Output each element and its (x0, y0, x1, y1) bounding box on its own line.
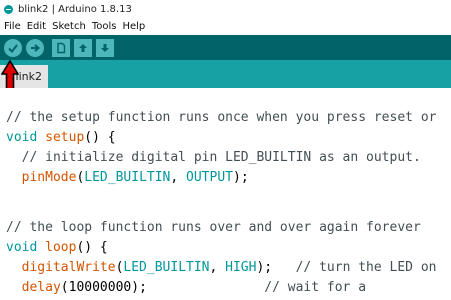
toolbar (0, 35, 451, 60)
keyword-void: void (6, 130, 38, 145)
upload-icon (31, 43, 41, 52)
const-led-builtin: LED_BUILTIN (123, 260, 210, 275)
save-icon (101, 43, 109, 52)
loop-parens: () { (76, 240, 108, 255)
code-line-1: // the setup function runs once when you… (6, 110, 437, 125)
code-line-4: pinMode(LED_BUILTIN, OUTPUT); (6, 168, 249, 188)
verify-button[interactable] (4, 38, 22, 57)
save-button[interactable] (96, 38, 114, 57)
setup-parens: () { (84, 130, 116, 145)
inline-comment: // turn the LED on (272, 260, 437, 275)
new-button[interactable] (52, 38, 70, 57)
tab-strip: link2 (0, 60, 451, 88)
upload-button[interactable] (26, 38, 44, 57)
code-line-2: void setup() { (6, 128, 116, 148)
code-line-7: void loop() { (6, 238, 108, 258)
function-setup: setup (45, 130, 85, 145)
paren-close: ); (233, 170, 249, 185)
delay-args: (10000000); (60, 280, 147, 295)
function-digitalwrite: digitalWrite (21, 260, 116, 275)
code-line-8: digitalWrite(LED_BUILTIN, HIGH); // turn… (6, 258, 437, 278)
const-output: OUTPUT (186, 170, 233, 185)
paren-close: ); (256, 260, 273, 275)
code-line-6: // the loop function runs over and over … (6, 220, 421, 235)
code-line-3: // initialize digital pin LED_BUILTIN as… (6, 150, 421, 165)
menu-file[interactable]: File (4, 21, 21, 32)
function-delay: delay (21, 280, 61, 295)
menu-help[interactable]: Help (122, 21, 145, 32)
open-button[interactable] (74, 38, 92, 57)
function-loop: loop (45, 240, 77, 255)
title-bar: blink2 | Arduino 1.8.13 (0, 0, 451, 18)
const-led-builtin: LED_BUILTIN (84, 170, 171, 185)
tab-label: link2 (15, 70, 42, 83)
keyword-void: void (6, 240, 38, 255)
arg-separator: , (209, 260, 226, 275)
code-editor[interactable]: // the setup function runs once when you… (0, 88, 451, 300)
menu-sketch[interactable]: Sketch (52, 21, 86, 32)
menu-tools[interactable]: Tools (92, 21, 117, 32)
function-pinmode: pinMode (21, 170, 77, 185)
const-high: HIGH (225, 260, 257, 275)
new-icon (57, 42, 66, 53)
arduino-app-icon (4, 4, 13, 14)
arg-separator: , (170, 170, 187, 185)
verify-icon (8, 43, 18, 53)
inline-comment: // wait for a (146, 280, 367, 295)
open-icon (79, 43, 87, 52)
code-line-9: delay(10000000); // wait for a (6, 278, 366, 298)
window-title: blink2 | Arduino 1.8.13 (18, 3, 132, 15)
menu-bar: File Edit Sketch Tools Help (0, 18, 451, 35)
menu-edit[interactable]: Edit (27, 21, 46, 32)
